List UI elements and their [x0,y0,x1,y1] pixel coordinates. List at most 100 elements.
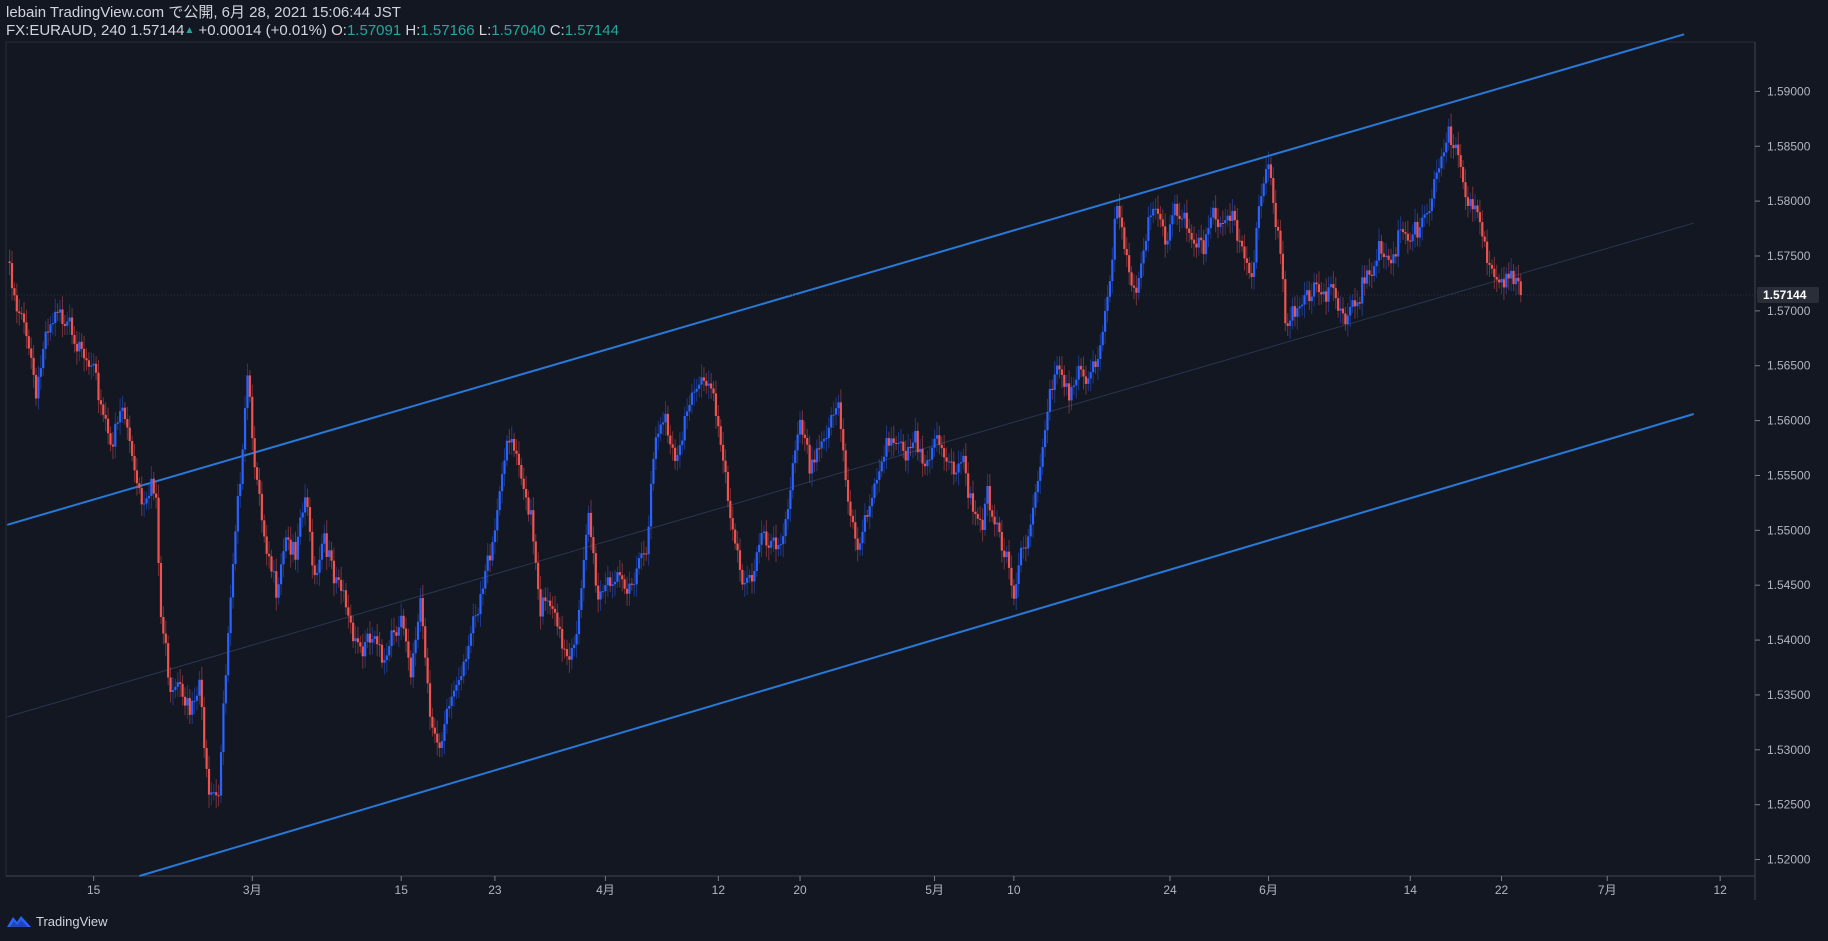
candle-body [1286,323,1289,326]
candle-body [296,536,300,560]
x-tick-label: 15 [87,883,101,897]
candle-body [332,560,336,584]
candle-body [467,645,470,660]
candle-body [287,537,290,540]
candle-body [923,463,927,467]
candle-body [164,633,167,644]
candle-body [215,792,218,796]
x-tick-label: 12 [712,883,726,897]
candle-body [1406,233,1409,241]
candle-body [1036,480,1039,493]
candle-body [344,590,348,608]
candle-body [1166,240,1169,245]
candle-body [152,478,155,494]
candle-body [107,418,110,434]
candle-body [354,638,357,642]
candle-body [921,448,924,464]
candle-body [147,495,151,499]
x-tick-label: 12 [1713,883,1727,897]
candle-body [90,365,93,367]
candle-body [952,461,955,475]
candle-body [349,615,352,623]
candle-body [988,486,991,511]
candle-body [150,478,153,496]
x-tick-label: 5月 [925,883,944,897]
candle-body [299,517,302,537]
price-chart[interactable]: 1.52000 1.52500 1.53000 1.53500 1.54000 1.545… [0,0,1828,941]
candle-body [371,638,374,643]
candle-body [746,577,749,583]
candle-body [642,553,645,555]
candle-body [1464,182,1467,198]
candle-body [51,323,54,325]
candle-body [1070,386,1073,401]
candle-body [1154,208,1157,210]
candle-body [1123,227,1126,249]
candle-body [34,374,38,399]
candle-body [94,363,98,373]
candle-body [318,559,321,573]
candle-body [443,724,446,741]
candle-body [726,472,730,501]
candle-body [1291,306,1294,321]
candle-body [1337,298,1340,311]
candle-body [1277,227,1280,231]
candle-body [63,323,66,326]
candle-body [919,448,922,453]
y-tick-label: 1.53500 [1767,688,1811,702]
candle-body [957,463,960,473]
candle-body [652,458,655,484]
y-tick-label: 1.52000 [1767,853,1811,867]
candle-body [82,348,86,359]
candle-body [866,515,869,517]
candle-body [508,440,511,443]
candle-body [935,435,939,439]
candle-body [42,348,45,369]
candle-body [1344,313,1347,325]
candle-body [998,522,1001,533]
candle-body [849,501,852,516]
candle-body [839,402,842,430]
candle-body [306,497,309,507]
plot-frame [5,41,1756,877]
candle-body [573,644,576,649]
candle-body [1457,144,1460,156]
candle-body [181,683,184,697]
candle-body [1478,212,1482,223]
candle-body [1007,551,1011,568]
candle-body [380,644,384,663]
candle-body [1029,524,1032,537]
candle-body [488,555,492,561]
candle-body [1341,308,1345,314]
candle-body [1517,277,1520,282]
candle-body [20,313,23,315]
candle-body [114,423,117,447]
candle-body [623,579,626,589]
candle-body [1425,213,1429,215]
candle-body [419,597,422,622]
candle-body [861,531,864,544]
candle-body [1072,385,1075,387]
x-tick-label: 24 [1163,883,1177,897]
candle-body [760,532,763,545]
candle-body [157,497,160,564]
candle-body [1411,234,1414,242]
candle-body [484,570,487,589]
candle-body [897,443,900,445]
candle-body [902,441,905,451]
candle-body [640,553,643,559]
candle-body [561,628,564,649]
candle-body [1262,183,1265,197]
y-tick-label: 1.57500 [1767,249,1811,263]
candle-body [1325,291,1328,302]
candle-body [971,493,975,512]
candle-body [1161,219,1164,227]
candle-body [883,456,886,462]
candle-body [191,700,194,715]
candle-body [649,483,653,527]
candle-body [328,550,331,557]
candle-body [1488,262,1491,265]
candle-body [890,438,893,446]
candle-body [1089,372,1092,379]
candle-body [368,633,372,643]
